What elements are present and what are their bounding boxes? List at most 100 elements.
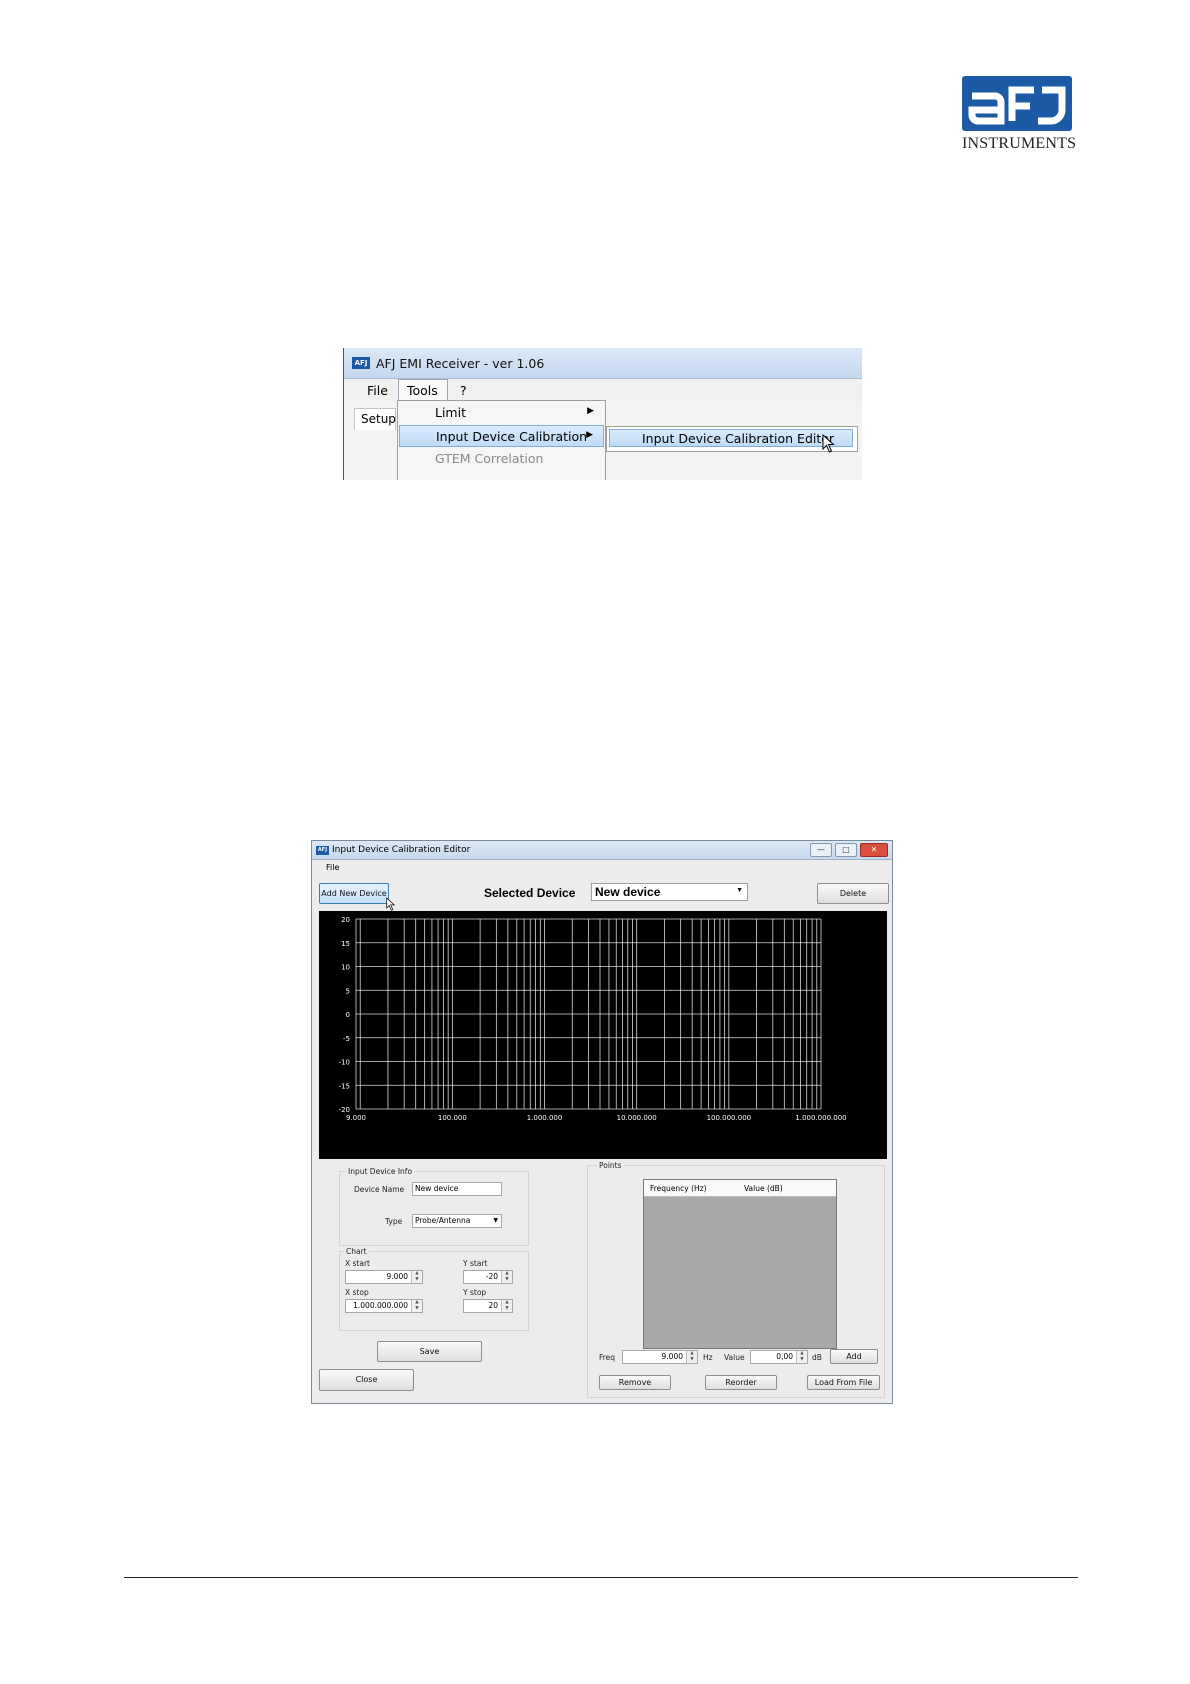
column-value[interactable]: Value (dB): [744, 1184, 783, 1193]
input-device-info-label: Input Device Info: [346, 1167, 415, 1176]
points-group-label: Points: [597, 1161, 624, 1170]
close-button[interactable]: Close: [319, 1369, 414, 1391]
menu-item-label: Input Device Calibration: [436, 429, 588, 444]
device-name-field[interactable]: New device: [412, 1182, 502, 1196]
value-value: 0,00: [776, 1352, 793, 1361]
device-name-label: Device Name: [354, 1185, 405, 1194]
y-tick-label: -20: [339, 1106, 350, 1114]
y-tick-label: 10: [341, 964, 350, 972]
y-tick-label: 15: [341, 940, 350, 948]
window-controls: — □ ✕: [810, 843, 888, 857]
y-tick-label: 20: [341, 916, 350, 924]
title-bar: AFJ AFJ EMI Receiver - ver 1.06: [344, 348, 862, 379]
x-stop-label: X stop: [345, 1288, 369, 1297]
type-dropdown[interactable]: Probe/Antenna ▼: [412, 1214, 502, 1228]
selected-device-dropdown[interactable]: New device ▼: [591, 883, 748, 901]
selected-device-label: Selected Device: [484, 886, 576, 900]
delete-button[interactable]: Delete: [817, 883, 889, 904]
x-tick-label: 100.000.000: [707, 1114, 752, 1122]
chevron-down-icon: ▼: [736, 887, 743, 894]
y-tick-label: -15: [339, 1082, 350, 1090]
calibration-submenu: Input Device Calibration Editor: [606, 426, 858, 452]
window-title: Input Device Calibration Editor: [332, 845, 471, 855]
x-tick-label: 100.000: [438, 1114, 467, 1122]
chart-canvas: 20 15 10 5 0 -5 -10 -15 -209.000 100.000 1.000.000…: [339, 916, 847, 1122]
app-icon: AFJ: [316, 845, 329, 855]
x-start-value: 9.000: [386, 1272, 408, 1281]
x-tick-label: 9.000: [346, 1114, 366, 1122]
menu-item-label: GTEM Correlation: [435, 451, 544, 466]
app-icon: AFJ: [352, 357, 370, 369]
calibration-editor-window: AFJ Input Device Calibration Editor — □ …: [311, 840, 893, 1404]
points-list[interactable]: Frequency (Hz) Value (dB): [643, 1179, 837, 1349]
freq-field[interactable]: 9.000 ▲ ▼: [622, 1350, 698, 1364]
menu-item-label: Limit: [435, 405, 466, 420]
y-start-field[interactable]: -20 ▲ ▼: [463, 1270, 513, 1284]
minimize-icon[interactable]: —: [810, 843, 832, 857]
y-start-value: -20: [485, 1272, 498, 1281]
menu-item-calibration-editor[interactable]: Input Device Calibration Editor: [609, 429, 853, 447]
logo-text: INSTRUMENTS: [962, 135, 1077, 152]
menu-bar: File Tools ?: [344, 379, 862, 402]
value-label: Value: [724, 1353, 745, 1362]
x-stop-field[interactable]: 1.000.000.000 ▲ ▼: [345, 1299, 423, 1313]
menu-bar: File: [312, 860, 892, 876]
remove-button[interactable]: Remove: [599, 1375, 671, 1390]
x-start-field[interactable]: 9.000 ▲ ▼: [345, 1270, 423, 1284]
title-bar: AFJ Input Device Calibration Editor — □ …: [312, 841, 892, 860]
points-list-header: Frequency (Hz) Value (dB): [644, 1180, 836, 1197]
window-title: AFJ EMI Receiver - ver 1.06: [376, 355, 545, 371]
spinner-icon[interactable]: ▲ ▼: [796, 1351, 807, 1363]
menu-help[interactable]: ?: [460, 383, 467, 398]
type-value: Probe/Antenna: [415, 1216, 471, 1225]
column-frequency[interactable]: Frequency (Hz): [650, 1184, 707, 1193]
reorder-button[interactable]: Reorder: [705, 1375, 777, 1390]
add-new-device-button[interactable]: Add New Device: [319, 883, 389, 904]
add-point-button[interactable]: Add: [830, 1349, 878, 1364]
close-icon[interactable]: ✕: [860, 843, 888, 857]
y-tick-label: 5: [346, 987, 350, 995]
menu-item-limit[interactable]: Limit ▶: [399, 402, 604, 424]
x-stop-value: 1.000.000.000: [353, 1301, 408, 1310]
value-field[interactable]: 0,00 ▲ ▼: [750, 1350, 808, 1364]
selected-device-value: New device: [595, 885, 661, 899]
freq-value: 9.000: [661, 1352, 683, 1361]
calibration-chart: 20 15 10 5 0 -5 -10 -15 -20 9.000 100.000 1.000.000…: [319, 911, 887, 1159]
save-button[interactable]: Save: [377, 1341, 482, 1362]
x-tick-label: 1.000.000.000: [795, 1114, 846, 1122]
spinner-icon[interactable]: ▲ ▼: [501, 1271, 512, 1283]
freq-label: Freq: [599, 1353, 616, 1362]
spinner-icon[interactable]: ▲ ▼: [411, 1300, 422, 1312]
menu-file[interactable]: File: [367, 383, 388, 398]
y-stop-value: 20: [488, 1301, 498, 1310]
afj-logo: INSTRUMENTS: [962, 76, 1077, 153]
hz-unit: Hz: [703, 1353, 713, 1362]
x-start-label: X start: [345, 1259, 370, 1268]
spinner-icon[interactable]: ▲ ▼: [686, 1351, 697, 1363]
afj-logo-mark: [962, 76, 1072, 131]
y-tick-label: 0: [346, 1011, 350, 1019]
y-stop-field[interactable]: 20 ▲ ▼: [463, 1299, 513, 1313]
mouse-cursor-icon: [822, 434, 835, 453]
db-unit: dB: [812, 1353, 822, 1362]
tools-dropdown: Limit ▶ Input Device Calibration ▶ GTEM …: [397, 400, 606, 480]
x-tick-label: 10.000.000: [617, 1114, 657, 1122]
maximize-icon[interactable]: □: [835, 843, 857, 857]
chevron-down-icon: ▼: [493, 1217, 498, 1224]
mouse-cursor-icon: [386, 897, 396, 911]
tab-setup[interactable]: Setup: [354, 408, 396, 430]
y-stop-label: Y stop: [463, 1288, 487, 1297]
menu-tools[interactable]: Tools: [407, 383, 438, 398]
load-from-file-button[interactable]: Load From File: [807, 1375, 880, 1390]
menu-file[interactable]: File: [326, 863, 339, 872]
x-tick-label: 1.000.000: [527, 1114, 563, 1122]
menu-item-input-device-calibration[interactable]: Input Device Calibration ▶: [399, 425, 604, 447]
spinner-icon[interactable]: ▲ ▼: [501, 1300, 512, 1312]
submenu-arrow-icon: ▶: [587, 406, 594, 416]
y-start-label: Y start: [463, 1259, 488, 1268]
menu-item-label: Input Device Calibration Editor: [642, 431, 835, 446]
spinner-icon[interactable]: ▲ ▼: [411, 1271, 422, 1283]
menu-item-gtem-correlation[interactable]: GTEM Correlation: [399, 448, 604, 470]
submenu-arrow-icon: ▶: [586, 430, 593, 440]
y-tick-label: -5: [343, 1035, 350, 1043]
